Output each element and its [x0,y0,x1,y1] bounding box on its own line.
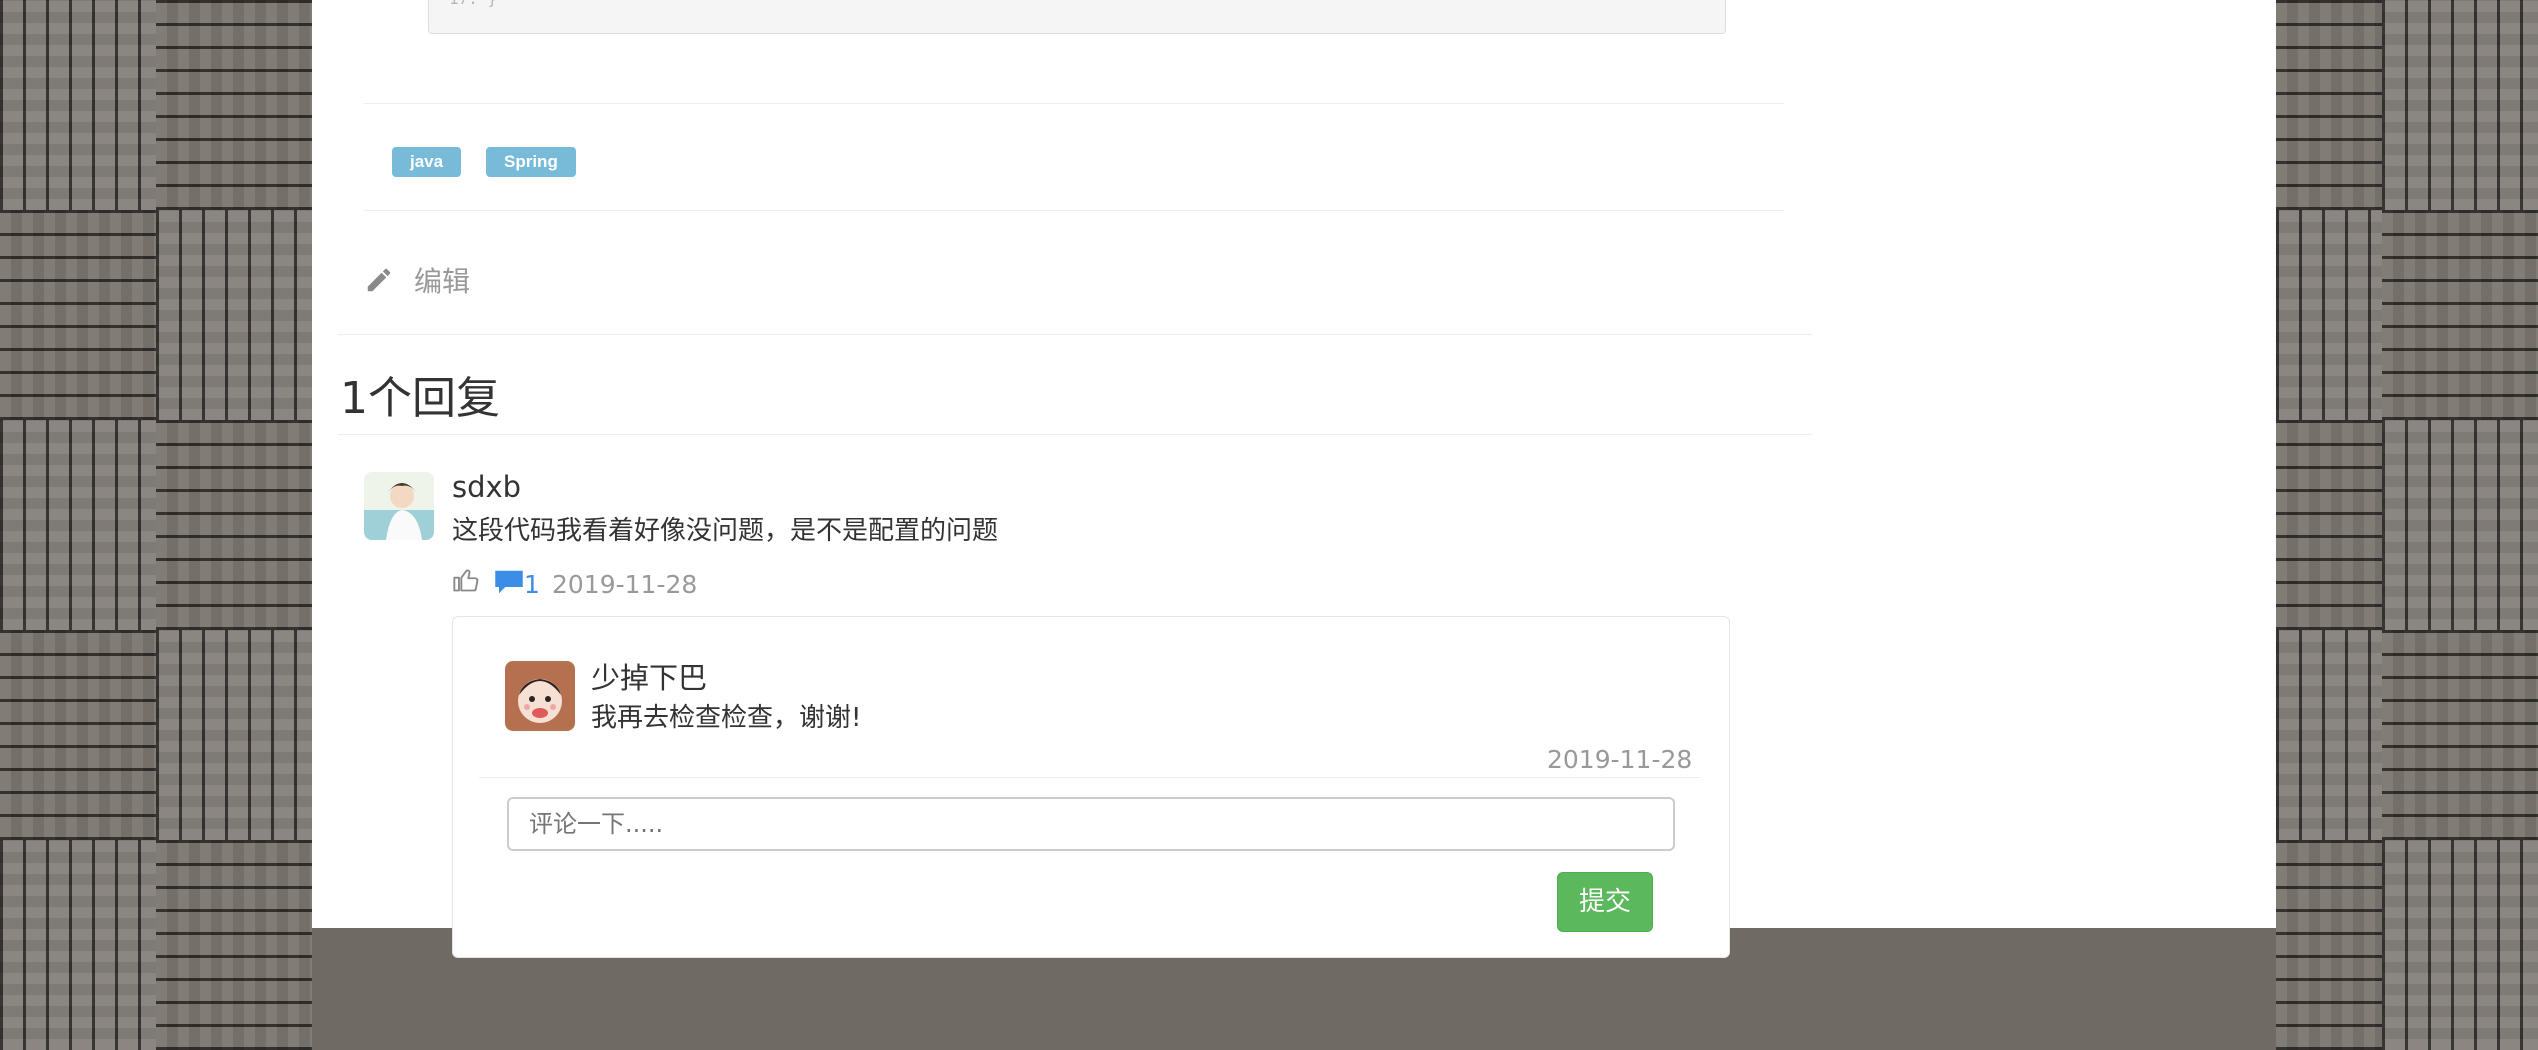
wood-tile [156,210,312,420]
sub-comment-date: 2019-11-28 [1547,745,1693,774]
wood-tile [0,420,156,630]
reply-count-title: 1个回复 [340,373,500,424]
wood-tile [0,210,156,420]
wood-tile [0,0,156,210]
post-main: 17. } java Spring 编辑 1个回复 sdxb 这段代 [338,0,1814,958]
comment-date: 2019-11-28 [552,570,698,599]
edit-label: 编辑 [414,265,471,298]
comment-username[interactable]: sdxb [452,470,521,504]
wood-tile [0,630,156,840]
wood-tile [0,840,156,1050]
divider [338,434,1812,435]
content-panel: 17. } java Spring 编辑 1个回复 sdxb 这段代 [312,0,2276,958]
divider [479,777,1701,778]
pencil-icon [367,268,391,292]
avatar[interactable] [364,472,434,540]
tag-java[interactable]: java [392,147,462,177]
wood-tile [2382,840,2538,1050]
sub-comment-username[interactable]: 少掉下巴 [591,655,707,697]
wood-tile [156,0,312,210]
comment-content: 这段代码我看着好像没问题，是不是配置的问题 [452,516,999,546]
divider [338,334,1812,335]
divider [364,210,1784,211]
thumbs-up-icon[interactable] [452,566,480,594]
code-block: 17. } [428,0,1726,34]
edit-link[interactable]: 编辑 [364,260,470,300]
reply-count: 1 [524,570,540,599]
comment-icon[interactable] [494,568,524,596]
sub-comment-content: 我再去检查检查，谢谢! [591,703,862,733]
wood-tile [156,840,312,1050]
wood-tile [156,630,312,840]
submit-button[interactable]: 提交 [1557,872,1653,932]
code-line: 17. } [449,0,497,8]
wood-tile [2382,420,2538,630]
divider [364,103,1784,104]
wood-tile [2382,210,2538,420]
avatar[interactable] [505,661,575,731]
wood-tile [2382,630,2538,840]
wood-tile [2382,0,2538,210]
comment-input[interactable] [507,797,1675,851]
tag-spring[interactable]: Spring [486,147,576,177]
sub-comment-box: 少掉下巴 我再去检查检查，谢谢! 2019-11-28 提交 [452,616,1730,958]
wood-tile [156,420,312,630]
